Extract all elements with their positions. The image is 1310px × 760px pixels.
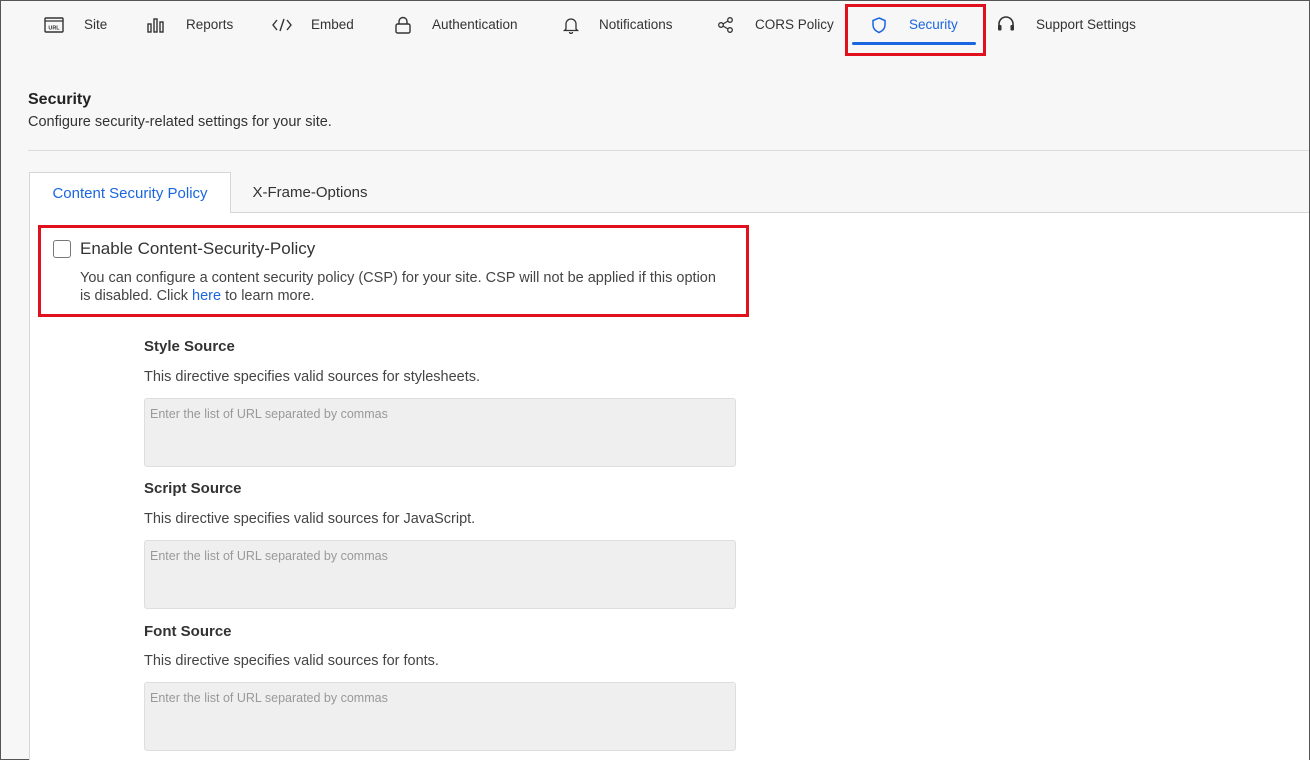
bar-chart-icon — [146, 15, 166, 35]
nav-label-cors-policy: CORS Policy — [755, 17, 834, 32]
csp-description-text: You can configure a content security pol… — [80, 270, 716, 304]
tab-x-frame-options[interactable]: X-Frame-Options — [237, 172, 383, 213]
nav-label-notifications: Notifications — [599, 17, 673, 32]
nav-label-embed: Embed — [311, 17, 354, 32]
nav-item-authentication[interactable]: Authentication — [393, 1, 518, 49]
script-source-input[interactable] — [144, 540, 736, 609]
nav-label-authentication: Authentication — [432, 17, 518, 32]
style-source-title: Style Source — [144, 338, 235, 355]
csp-description: You can configure a content security pol… — [80, 269, 730, 305]
nav-label-site: Site — [84, 17, 108, 32]
security-nav-highlight — [845, 4, 986, 56]
bell-icon — [561, 15, 581, 35]
font-source-title: Font Source — [144, 623, 232, 640]
csp-description-tail: to learn more. — [221, 288, 315, 304]
nav-item-notifications[interactable]: Notifications — [561, 1, 673, 49]
tabs-baseline — [230, 212, 1309, 213]
font-source-desc: This directive specifies valid sources f… — [144, 653, 439, 669]
top-nav: URL Site Reports Embed Authentication No… — [1, 1, 1309, 56]
enable-csp-label[interactable]: Enable Content-Security-Policy — [80, 239, 315, 259]
learn-more-link[interactable]: here — [192, 288, 221, 304]
svg-text:URL: URL — [48, 26, 60, 32]
page-subtitle: Configure security-related settings for … — [28, 114, 332, 130]
lock-icon — [393, 15, 413, 35]
code-icon — [272, 15, 292, 35]
nav-label-reports: Reports — [186, 17, 234, 32]
share-nodes-icon — [716, 15, 736, 35]
enable-csp-checkbox[interactable] — [53, 240, 71, 258]
nav-item-site[interactable]: URL Site — [44, 1, 107, 49]
url-icon: URL — [44, 15, 64, 35]
headset-icon — [996, 15, 1016, 35]
header-divider — [28, 150, 1309, 151]
nav-item-reports[interactable]: Reports — [146, 1, 233, 49]
nav-label-support-settings: Support Settings — [1036, 17, 1136, 32]
script-source-desc: This directive specifies valid sources f… — [144, 511, 476, 527]
style-source-desc: This directive specifies valid sources f… — [144, 369, 481, 385]
page-title: Security — [28, 91, 92, 108]
style-source-input[interactable] — [144, 398, 736, 467]
tab-content-security-policy[interactable]: Content Security Policy — [29, 172, 231, 213]
nav-item-support-settings[interactable]: Support Settings — [996, 1, 1136, 49]
nav-item-cors-policy[interactable]: CORS Policy — [716, 1, 834, 49]
font-source-input[interactable] — [144, 682, 736, 751]
script-source-title: Script Source — [144, 480, 242, 497]
nav-item-embed[interactable]: Embed — [272, 1, 354, 49]
